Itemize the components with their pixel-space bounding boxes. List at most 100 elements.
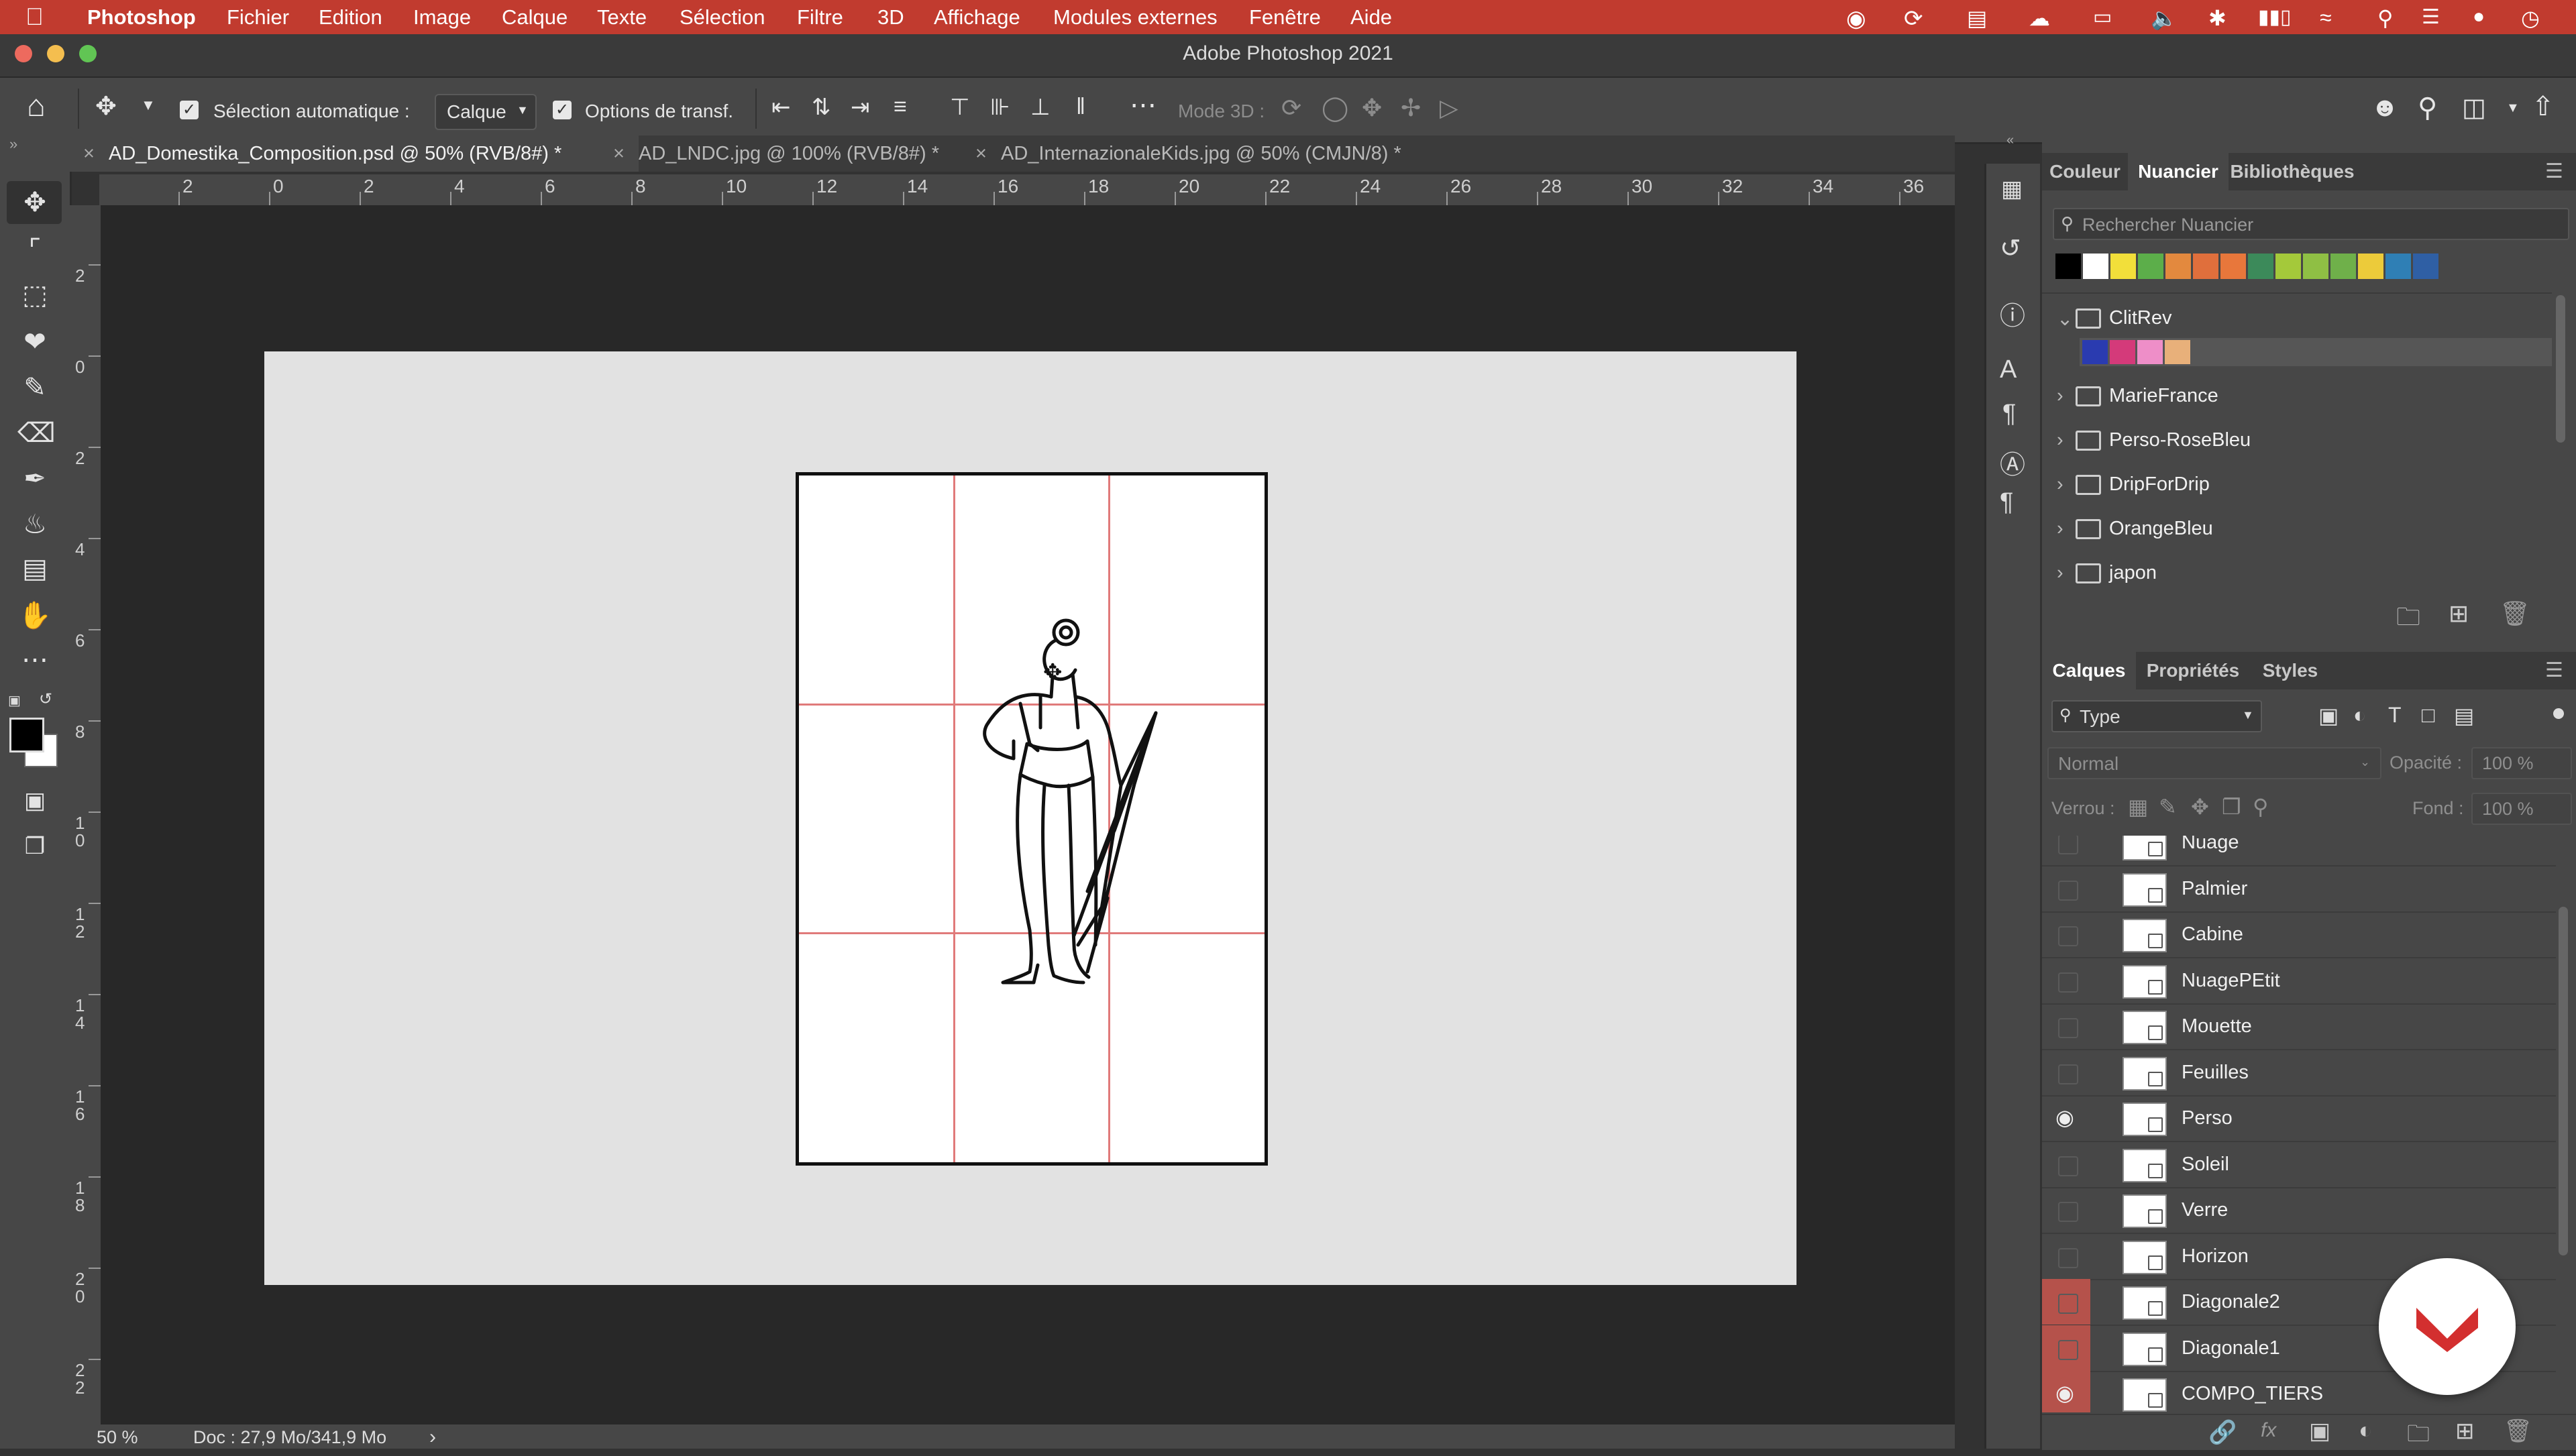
- filter-shape-icon[interactable]: □: [2422, 703, 2434, 728]
- menu-fenetre[interactable]: Fenêtre: [1249, 5, 1321, 30]
- search-icon[interactable]: ⚲: [2418, 93, 2437, 123]
- layer-visibility-cell[interactable]: [2042, 1187, 2090, 1233]
- align-top-icon[interactable]: ⊤: [950, 94, 970, 121]
- layer-visibility-cell[interactable]: ◉: [2042, 1095, 2090, 1141]
- chevron-right-icon[interactable]: ›: [2057, 473, 2063, 496]
- visibility-toggle[interactable]: [2058, 1339, 2078, 1360]
- character-styles-icon[interactable]: Ⓐ: [2000, 444, 2025, 481]
- screen-mode-icon[interactable]: ❐: [17, 829, 52, 864]
- new-group-folder-icon[interactable]: 🗀: [2396, 600, 2420, 640]
- align-center-h-icon[interactable]: ⇅: [812, 94, 831, 121]
- color-swatch[interactable]: [2330, 254, 2356, 279]
- color-swatch[interactable]: [2165, 254, 2191, 279]
- control-center-icon[interactable]: ☰: [2422, 5, 2440, 29]
- bluetooth-icon[interactable]: ✱: [2208, 5, 2226, 31]
- tab-document-internazionale[interactable]: × AD_InternazionaleKids.jpg @ 50% (CMJN/…: [962, 135, 1470, 172]
- color-swatch[interactable]: [2165, 340, 2190, 364]
- color-swatch[interactable]: [2303, 254, 2328, 279]
- info-icon[interactable]: ⓘ: [2000, 295, 2025, 332]
- layer-scrollbar[interactable]: [2559, 907, 2568, 1255]
- add-mask-icon[interactable]: ▣: [2309, 1418, 2330, 1445]
- rotate-3d-icon[interactable]: ⟳: [1281, 94, 1301, 122]
- menu-edition[interactable]: Edition: [319, 5, 382, 30]
- chevron-down-icon[interactable]: ▼: [2506, 101, 2520, 116]
- tab-calques[interactable]: Calques: [2042, 652, 2136, 689]
- hand-tool-icon[interactable]: ✋: [17, 598, 52, 633]
- color-swatch[interactable]: [2220, 254, 2246, 279]
- layer-visibility-cell[interactable]: [2042, 1003, 2090, 1049]
- layer-filter-dropdown[interactable]: ⚲ Type ▼: [2051, 700, 2262, 732]
- swatch-group-mariefrance[interactable]: › MarieFrance: [2042, 373, 2552, 417]
- close-tab-icon[interactable]: ×: [975, 135, 987, 172]
- visibility-toggle[interactable]: [2058, 1064, 2078, 1084]
- layer-visibility-cell[interactable]: [2042, 1050, 2090, 1095]
- delete-layer-icon[interactable]: 🗑: [2504, 1418, 2532, 1445]
- eye-icon[interactable]: ◉: [2055, 1105, 2074, 1130]
- slide-3d-icon[interactable]: ✢: [1401, 94, 1421, 122]
- tab-nuancier[interactable]: Nuancier: [2128, 153, 2229, 190]
- color-swatch[interactable]: [2083, 254, 2108, 279]
- adjustment-layer-icon[interactable]: ◐: [2359, 1418, 2373, 1444]
- collapse-toolbar-icon[interactable]: »: [9, 135, 17, 153]
- more-tools-icon[interactable]: ⋯: [17, 642, 52, 677]
- lock-artboard-icon[interactable]: ❐: [2222, 794, 2241, 820]
- color-swatch[interactable]: [2082, 340, 2108, 364]
- color-swatch[interactable]: [2275, 254, 2301, 279]
- align-bottom-icon[interactable]: ⊥: [1030, 94, 1051, 121]
- new-swatch-icon[interactable]: ⊞: [2449, 600, 2469, 628]
- visibility-toggle[interactable]: [2058, 836, 2078, 854]
- tab-document-composition[interactable]: × AD_Domestika_Composition.psd @ 50% (RV…: [70, 135, 639, 172]
- brush-tool-icon[interactable]: ✎: [17, 370, 52, 405]
- menu-selection[interactable]: Sélection: [680, 5, 765, 30]
- layer-row[interactable]: ◉ Perso: [2042, 1095, 2556, 1142]
- quick-mask-icon[interactable]: ▣: [17, 783, 52, 818]
- color-swatch[interactable]: [2358, 254, 2383, 279]
- layer-visibility-cell[interactable]: [2042, 1233, 2090, 1279]
- more-options-icon[interactable]: ⋯: [1130, 90, 1157, 121]
- canvas-area[interactable]: ✥: [101, 205, 1955, 1424]
- menu-fichier[interactable]: Fichier: [227, 5, 289, 30]
- menu-app-name[interactable]: Photoshop: [87, 5, 196, 30]
- align-right-icon[interactable]: ⇥: [851, 94, 870, 121]
- layer-effects-icon[interactable]: fx: [2261, 1419, 2276, 1442]
- swatch-group-japon[interactable]: › japon: [2042, 550, 2552, 594]
- fill-input[interactable]: 100 %: [2471, 793, 2572, 825]
- creative-cloud-icon[interactable]: ◉: [1846, 5, 1866, 32]
- visibility-toggle[interactable]: [2058, 972, 2078, 993]
- close-tab-icon[interactable]: ×: [613, 135, 625, 172]
- apple-icon[interactable]: : [25, 3, 44, 31]
- paragraph-icon[interactable]: ¶: [2002, 400, 2016, 429]
- layer-visibility-cell[interactable]: [2042, 911, 2090, 957]
- drag-3d-icon[interactable]: ✥: [1362, 94, 1382, 122]
- menu-image[interactable]: Image: [413, 5, 471, 30]
- tab-document-lndc[interactable]: × AD_LNDC.jpg @ 100% (RVB/8#) *: [600, 135, 1001, 172]
- layer-row[interactable]: Nuage: [2042, 836, 2556, 866]
- align-left-icon[interactable]: ⇤: [771, 94, 791, 121]
- close-tab-icon[interactable]: ×: [83, 135, 95, 172]
- color-swatch[interactable]: [2248, 254, 2273, 279]
- distribute-v-icon[interactable]: ‖: [1076, 94, 1085, 120]
- visibility-toggle[interactable]: [2058, 880, 2078, 901]
- panel-menu-icon[interactable]: ☰: [2545, 659, 2563, 682]
- lock-image-icon[interactable]: ✎: [2159, 794, 2177, 820]
- blend-mode-dropdown[interactable]: Normal ⌄: [2047, 747, 2381, 779]
- crop-tool-icon[interactable]: ⌜: [17, 232, 52, 267]
- artboard-frame[interactable]: ✥: [796, 472, 1268, 1166]
- menu-modules-externes[interactable]: Modules externes: [1053, 5, 1218, 30]
- transform-controls-checkbox[interactable]: ✓: [553, 101, 572, 119]
- color-swatch[interactable]: [2055, 254, 2081, 279]
- eraser-tool-icon[interactable]: ⌫: [17, 416, 56, 451]
- lock-transparent-icon[interactable]: ▦: [2128, 794, 2148, 820]
- color-swatch[interactable]: [2413, 254, 2438, 279]
- default-colors-icon[interactable]: ▣: [8, 692, 21, 709]
- link-layers-icon[interactable]: 🔗: [2208, 1419, 2237, 1446]
- home-icon[interactable]: ⌂: [27, 87, 46, 123]
- roll-3d-icon[interactable]: ◯: [1322, 94, 1348, 122]
- paint-bucket-tool-icon[interactable]: ♨: [17, 507, 52, 542]
- chevron-down-icon[interactable]: ▼: [141, 97, 156, 114]
- align-middle-v-icon[interactable]: ⊪: [990, 94, 1010, 121]
- layer-visibility-cell[interactable]: [2042, 1141, 2090, 1187]
- swatch-search-input[interactable]: ⚲ Rechercher Nuancier: [2053, 208, 2569, 240]
- layer-row[interactable]: Feuilles: [2042, 1050, 2556, 1097]
- filter-adjustment-icon[interactable]: ◐: [2353, 703, 2366, 728]
